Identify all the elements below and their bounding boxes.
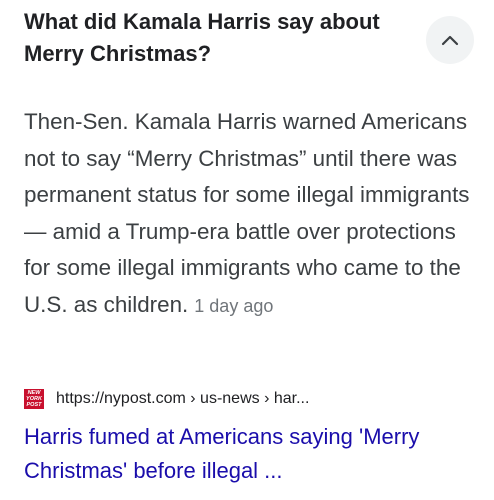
nypost-favicon: NEW YORK POST — [24, 389, 44, 409]
question-title[interactable]: What did Kamala Harris say about Merry C… — [24, 6, 424, 70]
answer-snippet: Then-Sen. Kamala Harris warned Americans… — [24, 104, 484, 325]
collapse-button[interactable] — [426, 16, 474, 64]
source-url[interactable]: https://nypost.com › us-news › har... — [56, 390, 309, 408]
answer-date: 1 day ago — [194, 295, 274, 316]
favicon-label: NEW YORK POST — [26, 390, 42, 408]
chevron-up-icon — [441, 35, 459, 46]
result-title-link[interactable]: Harris fumed at Americans saying 'Merry … — [24, 420, 484, 488]
answer-text: Then-Sen. Kamala Harris warned Americans… — [24, 109, 470, 317]
source-row[interactable]: NEW YORK POST https://nypost.com › us-ne… — [24, 386, 309, 412]
